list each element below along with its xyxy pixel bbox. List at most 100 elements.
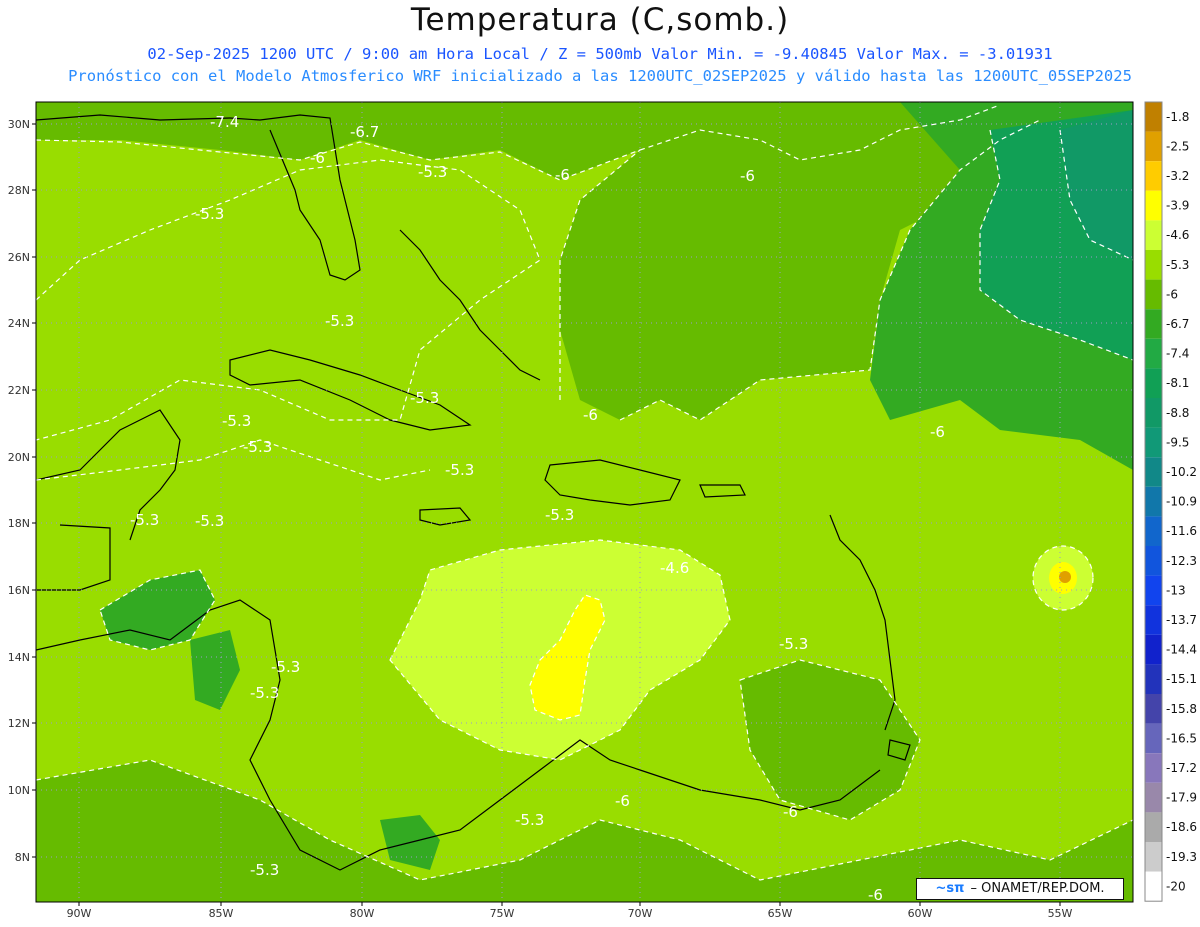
colorbar-label: -4.6: [1166, 228, 1189, 242]
contour-label: -5.3: [779, 635, 808, 653]
colorbar-swatch: [1145, 634, 1162, 665]
lon-tick-label: 55W: [1048, 907, 1073, 920]
colorbar-label: -17.2: [1166, 761, 1197, 775]
colorbar-swatch: [1145, 220, 1162, 250]
lat-tick-label: 28N: [8, 184, 30, 197]
colorbar-swatch: [1145, 605, 1162, 635]
contour-label: -5.3: [545, 506, 574, 524]
colorbar-label: -13: [1166, 583, 1186, 597]
credit-box: ~sπ – ONAMET/REP.DOM.: [916, 878, 1124, 900]
colorbar-swatch: [1145, 842, 1162, 872]
lon-tick-label: 90W: [67, 907, 92, 920]
colorbar-label: -20: [1166, 879, 1186, 893]
lat-tick-label: 12N: [8, 717, 30, 730]
lon-tick-label: 75W: [490, 907, 515, 920]
longitude-axis: 90W 85W 80W 75W 70W 65W 60W 55W: [67, 902, 1073, 920]
colorbar-label: -10.2: [1166, 465, 1197, 479]
credit-dash: –: [970, 881, 982, 896]
colorbar-swatch: [1145, 102, 1162, 132]
contour-label: -5.3: [130, 511, 159, 529]
colorbar-swatch: [1145, 753, 1162, 783]
temperature-map: -7.4 -6.7 -6 -5.3 -6 -6 -5.3 -5.3 -5.3 -…: [8, 101, 1197, 920]
contour-label: -6: [583, 406, 598, 424]
colorbar-label: -8.1: [1166, 376, 1189, 390]
colorbar-swatch: [1145, 250, 1162, 280]
colorbar-swatch: [1145, 368, 1162, 398]
colorbar: -1.8 -2.5 -3.2 -3.9 -4.6 -5.3 -6 -6.7 -7.4 -8.1 -8…: [1144, 101, 1197, 902]
lon-tick-label: 70W: [628, 907, 653, 920]
colorbar-swatch: [1145, 486, 1162, 517]
colorbar-label: -11.6: [1166, 524, 1197, 538]
colorbar-swatch: [1145, 338, 1162, 369]
colorbar-label: -13.7: [1166, 613, 1197, 627]
colorbar-swatch: [1145, 694, 1162, 724]
contour-label: -4.6: [660, 559, 689, 577]
contour-label: -5.3: [445, 461, 474, 479]
colorbar-swatch: [1145, 664, 1162, 694]
colorbar-label: -7.4: [1166, 347, 1189, 361]
colorbar-swatch: [1145, 190, 1162, 221]
colorbar-swatch: [1145, 575, 1162, 606]
colorbar-label: -12.3: [1166, 554, 1197, 568]
field-region-warm-east-peak: [1059, 571, 1071, 583]
lat-tick-label: 10N: [8, 784, 30, 797]
latitude-axis: 30N 28N 26N 24N 22N 20N 18N 16N 14N 12N 10N 8N: [8, 118, 36, 864]
contour-label: -6: [783, 803, 798, 821]
colorbar-swatch: [1145, 398, 1162, 428]
colorbar-label: -6: [1166, 287, 1178, 301]
contour-label: -5.3: [515, 811, 544, 829]
colorbar-label: -15.1: [1166, 672, 1197, 686]
contour-label: -5.3: [250, 861, 279, 879]
colorbar-label: -10.9: [1166, 495, 1197, 509]
colorbar-label: -1.8: [1166, 110, 1189, 124]
colorbar-swatch: [1145, 782, 1162, 813]
colorbar-label: -6.7: [1166, 317, 1189, 331]
contour-label: -5.3: [243, 438, 272, 456]
colorbar-label: -15.8: [1166, 702, 1197, 716]
colorbar-swatch: [1145, 309, 1162, 339]
colorbar-label: -14.4: [1166, 643, 1197, 657]
contour-label: -6: [740, 167, 755, 185]
contour-label: -5.3: [325, 312, 354, 330]
colorbar-swatch: [1145, 723, 1162, 754]
lon-tick-label: 85W: [209, 907, 234, 920]
colorbar-swatch: [1145, 546, 1162, 576]
lat-tick-label: 24N: [8, 317, 30, 330]
lat-tick-label: 20N: [8, 451, 30, 464]
lat-tick-label: 14N: [8, 651, 30, 664]
lon-tick-label: 80W: [350, 907, 375, 920]
contour-label: -6: [930, 423, 945, 441]
colorbar-swatch: [1145, 161, 1162, 191]
contour-label: -5.3: [195, 205, 224, 223]
colorbar-label: -3.2: [1166, 169, 1189, 183]
colorbar-label: -3.9: [1166, 199, 1189, 213]
contour-label: -5.3: [195, 512, 224, 530]
lat-tick-label: 16N: [8, 584, 30, 597]
lon-tick-label: 65W: [768, 907, 793, 920]
contour-label: -5.3: [222, 412, 251, 430]
onamet-logo: ~sπ: [935, 881, 965, 896]
colorbar-label: -17.9: [1166, 791, 1197, 805]
credit-text: ONAMET/REP.DOM.: [981, 881, 1105, 896]
colorbar-swatch: [1145, 812, 1162, 842]
colorbar-label: -19.3: [1166, 850, 1197, 864]
colorbar-label: -9.5: [1166, 435, 1189, 449]
contour-label: -6: [310, 149, 325, 167]
contour-label: -7.4: [210, 113, 239, 131]
contour-label: -5.3: [250, 684, 279, 702]
colorbar-label: -8.8: [1166, 406, 1189, 420]
colorbar-swatch: [1145, 871, 1162, 902]
colorbar-swatch: [1145, 279, 1162, 310]
contour-label: -6: [555, 166, 570, 184]
lon-tick-label: 60W: [908, 907, 933, 920]
contour-label: -5.3: [410, 389, 439, 407]
contour-label: -5.3: [271, 658, 300, 676]
colorbar-label: -2.5: [1166, 139, 1189, 153]
colorbar-label: -18.6: [1166, 820, 1197, 834]
lat-tick-label: 26N: [8, 251, 30, 264]
lat-tick-label: 22N: [8, 384, 30, 397]
lat-tick-label: 30N: [8, 118, 30, 131]
contour-label: -6: [868, 886, 883, 904]
contour-label: -6.7: [350, 123, 379, 141]
colorbar-label: -16.5: [1166, 731, 1197, 745]
